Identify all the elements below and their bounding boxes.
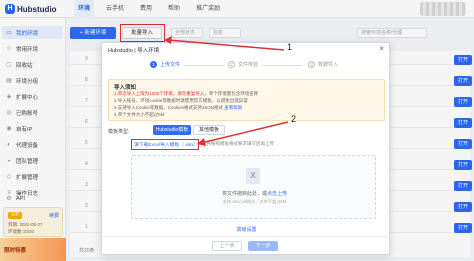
step-number: 2 bbox=[228, 61, 235, 68]
step-connector bbox=[184, 65, 224, 66]
import-notice: 导入须知 1.单次导入上限为1000个环境，请勿重复导入，单个环境需包含环境名称… bbox=[108, 79, 385, 121]
notice-line-3: 3.支持导入Cookie等数据，Cookies格式支持JSON格式 查看帮助 bbox=[114, 105, 243, 110]
file-dropzone[interactable]: X 将文件拖到此处，或点击上传 支持.xlsx/.xls格式，文件不超过5M bbox=[131, 155, 376, 219]
download-hint: ，并按照模板格式要求填写后再上传 bbox=[202, 141, 274, 146]
help-link[interactable]: 查看帮助 bbox=[224, 105, 242, 110]
previous-step-button[interactable]: 上一步 bbox=[212, 241, 242, 251]
dropzone-text: 将文件拖到此处，或点击上传 bbox=[221, 191, 288, 197]
step-number: 3 bbox=[308, 61, 315, 68]
step-connector bbox=[262, 65, 302, 66]
step-import: 3 数据导入 bbox=[308, 61, 338, 68]
annotation-number-1: 1 bbox=[287, 42, 293, 52]
import-environment-dialog: Hubstudio | 导入环境 × 1 上传文件 2 文件校验 3 数据导入 … bbox=[101, 42, 391, 255]
other-template-option[interactable]: 其他模板 bbox=[193, 125, 225, 135]
template-type-label: 模板类型: bbox=[108, 129, 130, 135]
excel-file-icon: X bbox=[246, 168, 260, 184]
dialog-footer-divider bbox=[102, 236, 391, 237]
advanced-settings-toggle[interactable]: 高级设置 bbox=[102, 226, 391, 233]
click-upload-link[interactable]: 点击上传 bbox=[267, 191, 287, 197]
notice-line-1: 1.单次导入上限为1000个环境，请勿重复导入，单个环境需包含环境名称 bbox=[114, 91, 259, 96]
close-icon[interactable]: × bbox=[379, 44, 384, 53]
notice-line-2: 2.导入账号、环境cookie等数据时请使用官方模板，以避免出现异常 bbox=[114, 98, 248, 103]
hubstudio-template-option[interactable]: Hubstudio模板 bbox=[153, 125, 191, 135]
next-step-button[interactable]: 下一步 bbox=[248, 241, 278, 251]
notice-title: 导入须知 bbox=[114, 85, 137, 91]
dropzone-subtext: 支持.xlsx/.xls格式，文件不超过5M bbox=[222, 199, 287, 204]
step-indicator: 1 上传文件 2 文件校验 3 数据导入 bbox=[102, 61, 391, 71]
step-verify: 2 文件校验 bbox=[228, 61, 258, 68]
annotation-number-2: 2 bbox=[291, 114, 297, 124]
notice-line-4: 4.单个文件大小不超过5M bbox=[114, 112, 165, 117]
step-upload: 1 上传文件 bbox=[150, 61, 180, 68]
dialog-title: Hubstudio | 导入环境 bbox=[108, 48, 160, 54]
step-number: 1 bbox=[150, 61, 157, 68]
download-template-link[interactable]: 请下载Excel导入模板（.xlsx） bbox=[134, 141, 199, 148]
